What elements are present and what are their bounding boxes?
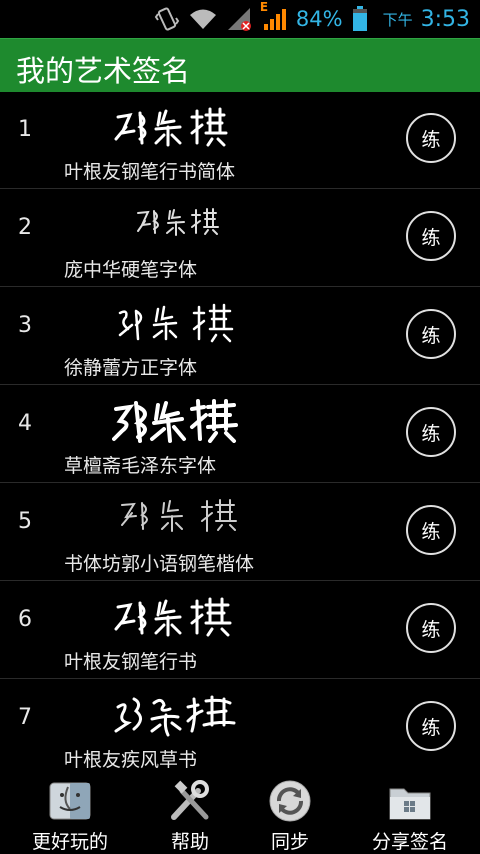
sync-icon (269, 780, 311, 822)
tab-share-signature[interactable]: 分享签名 (350, 771, 470, 854)
no-sim-signal-icon (226, 6, 254, 32)
font-name-label: 叶根友疾风草书 (64, 749, 198, 771)
signature-image (114, 597, 232, 637)
list-item[interactable]: 7 叶根友疾风草书 练 (0, 679, 480, 771)
signature-image (137, 208, 219, 236)
vibrate-icon (154, 6, 180, 32)
clock-time: 3:53 (420, 6, 470, 32)
tab-label: 分享签名 (371, 831, 448, 853)
list-item[interactable]: 5 书体坊郭小语钢笔楷体 练 (0, 483, 480, 581)
signal-icon: E (260, 0, 288, 32)
font-name-label: 叶根友钢笔行书简体 (64, 161, 236, 183)
tab-sync[interactable]: 同步 (230, 771, 350, 854)
practice-button[interactable]: 练 (406, 603, 456, 653)
network-type-label: E (259, 0, 269, 14)
signature-list[interactable]: 1 叶根友钢笔行书简体 练 2 庞中华硬笔字体 练 3 徐静蕾方正字体 练 4 (0, 91, 480, 771)
battery-icon (351, 5, 369, 33)
practice-button[interactable]: 练 (406, 113, 456, 163)
item-index: 1 (18, 117, 32, 142)
practice-button[interactable]: 练 (406, 505, 456, 555)
list-item[interactable]: 3 徐静蕾方正字体 练 (0, 287, 480, 385)
signature-image (118, 303, 234, 343)
status-bar: E 84% 下午 3:53 (0, 0, 480, 38)
tools-icon (171, 780, 209, 820)
tab-label: 同步 (270, 831, 309, 853)
signature-image (112, 399, 238, 443)
wifi-icon (188, 7, 218, 31)
tab-more-fun[interactable]: 更好玩的 (10, 771, 130, 854)
list-item[interactable]: 1 叶根友钢笔行书简体 练 (0, 91, 480, 189)
bottom-nav: 更好玩的 帮助 同步 分享签名 (0, 771, 480, 854)
time-period: 下午 (382, 10, 413, 29)
item-index: 2 (18, 215, 32, 240)
list-item[interactable]: 6 叶根友钢笔行书 练 (0, 581, 480, 679)
font-name-label: 草檀斋毛泽东字体 (64, 455, 217, 477)
mac-finder-icon (49, 782, 91, 820)
list-item[interactable]: 4 草檀斋毛泽东字体 练 (0, 385, 480, 483)
item-index: 6 (18, 607, 32, 632)
practice-button[interactable]: 练 (406, 701, 456, 751)
font-name-label: 庞中华硬笔字体 (64, 259, 198, 281)
font-name-label: 书体坊郭小语钢笔楷体 (64, 553, 255, 575)
tab-label: 更好玩的 (31, 831, 108, 853)
page-title: 我的艺术签名 (16, 54, 191, 88)
item-index: 4 (18, 411, 32, 436)
battery-percent: 84% (295, 7, 343, 31)
signature-image (121, 499, 237, 532)
item-index: 5 (18, 509, 32, 534)
practice-button[interactable]: 练 (406, 407, 456, 457)
signature-image (114, 107, 228, 147)
practice-button[interactable]: 练 (406, 309, 456, 359)
app-title-bar: 我的艺术签名 (0, 38, 480, 92)
font-name-label: 叶根友钢笔行书 (64, 651, 198, 673)
signature-image (114, 695, 236, 737)
item-index: 3 (18, 313, 32, 338)
practice-button[interactable]: 练 (406, 211, 456, 261)
font-name-label: 徐静蕾方正字体 (64, 357, 198, 379)
folder-windows-icon (389, 788, 431, 820)
list-item[interactable]: 2 庞中华硬笔字体 练 (0, 189, 480, 287)
item-index: 7 (18, 705, 32, 730)
